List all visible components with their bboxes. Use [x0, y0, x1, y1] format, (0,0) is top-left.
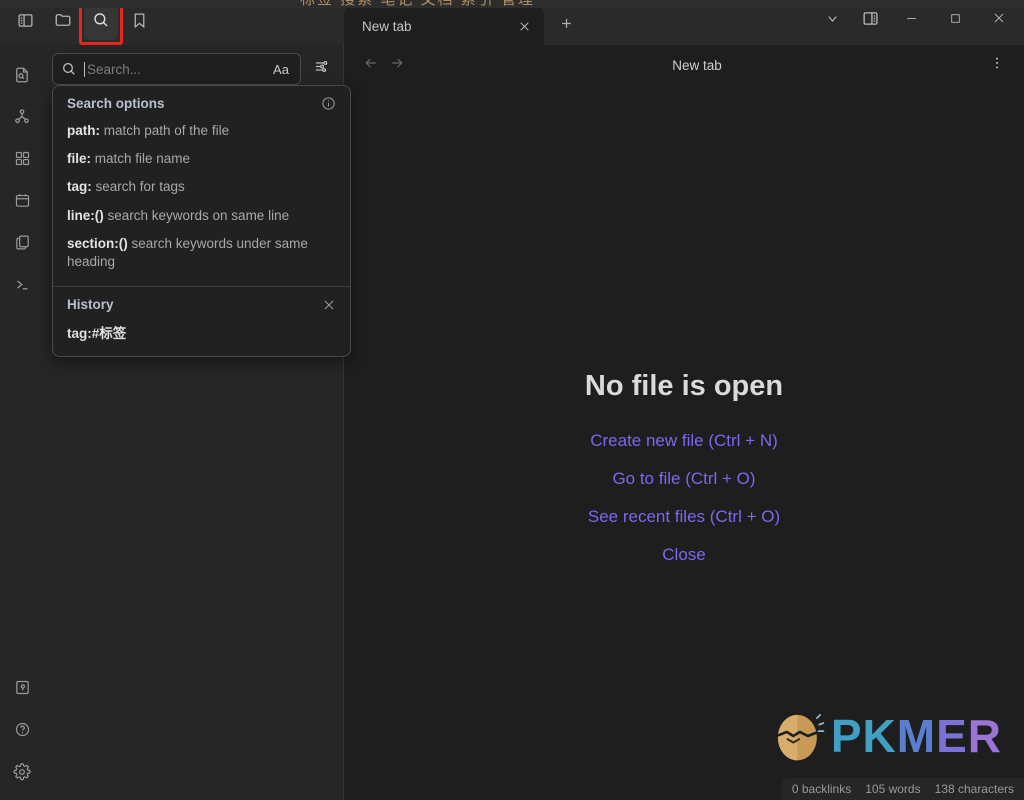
- search-icon: [92, 11, 110, 34]
- navigate-back-button[interactable]: [358, 52, 384, 78]
- plus-icon: [559, 16, 574, 36]
- file-search-icon: [13, 66, 31, 89]
- search-history-section: History tag:#标签: [53, 287, 350, 356]
- obsidian-window: 标签 搜索 笔记 文档 索引 管理: [0, 0, 1024, 800]
- search-options-section: Search options path: match path of the f…: [53, 86, 350, 286]
- rail-item-templates[interactable]: [6, 229, 38, 261]
- main-view: New tab No file is open Create new file …: [344, 45, 1024, 800]
- search-options-popup: Search options path: match path of the f…: [52, 85, 351, 358]
- search-option-desc: match path of the file: [100, 123, 230, 138]
- files-button[interactable]: [46, 6, 80, 40]
- search-option-file[interactable]: file: match file name: [67, 145, 336, 173]
- search-history-header: History: [67, 295, 336, 316]
- search-option-key: file:: [67, 151, 92, 167]
- arrow-right-icon: [389, 55, 405, 76]
- bookmark-icon: [131, 12, 148, 34]
- icon-rail: [0, 45, 44, 800]
- new-tab-button[interactable]: [552, 12, 580, 40]
- search-option-tag[interactable]: tag: search for tags: [67, 173, 336, 201]
- maximize-window-button[interactable]: [934, 4, 976, 38]
- gear-icon: [13, 762, 31, 786]
- search-option-desc: search keywords on same line: [103, 207, 290, 223]
- more-vertical-icon: [989, 55, 1005, 76]
- maximize-icon: [949, 12, 962, 30]
- copy-files-icon: [14, 234, 31, 256]
- rail-item-terminal[interactable]: [6, 271, 38, 303]
- rail-item-help[interactable]: [6, 716, 38, 748]
- window-controls: [814, 0, 1024, 45]
- search-button[interactable]: [79, 0, 123, 45]
- vault-icon: [14, 679, 31, 701]
- clear-history-button[interactable]: [322, 298, 336, 312]
- search-option-section[interactable]: section:() search keywords under same he…: [67, 230, 336, 276]
- search-option-desc: search for tags: [91, 179, 185, 195]
- calendar-icon: [14, 192, 31, 214]
- view-options-button[interactable]: [984, 52, 1010, 78]
- rail-item-settings[interactable]: [6, 758, 38, 790]
- tab-strip: New tab: [344, 0, 814, 45]
- status-bar: 0 backlinks 105 words 138 characters: [781, 778, 1024, 800]
- toggle-right-sidebar-button[interactable]: [852, 4, 888, 38]
- bookmarks-button[interactable]: [122, 6, 156, 40]
- search-settings-button[interactable]: [309, 57, 333, 81]
- tab-label: New tab: [362, 18, 412, 34]
- view-header: New tab: [344, 45, 1024, 85]
- search-option-key: path:: [67, 123, 100, 138]
- sliders-icon: [313, 58, 330, 80]
- search-options-title: Search options: [67, 96, 165, 111]
- minimize-window-button[interactable]: [890, 4, 932, 38]
- search-option-key: section:(): [67, 235, 128, 251]
- view-title: New tab: [672, 57, 722, 73]
- tab-new-tab[interactable]: New tab: [344, 7, 544, 45]
- folder-icon: [54, 11, 72, 34]
- rail-item-canvas[interactable]: [6, 145, 38, 177]
- graph-icon: [13, 108, 31, 131]
- rail-item-quick-switcher[interactable]: [6, 61, 38, 93]
- search-option-line[interactable]: line:() search keywords on same line: [67, 202, 336, 230]
- rail-item-vault-switcher[interactable]: [6, 674, 38, 706]
- text-caret: [84, 61, 85, 77]
- search-history-item[interactable]: tag:#标签: [67, 316, 336, 346]
- rail-item-daily-note[interactable]: [6, 187, 38, 219]
- go-to-file-link[interactable]: Go to file (Ctrl + O): [612, 469, 755, 489]
- search-option-key: tag:: [67, 179, 92, 195]
- toggle-left-sidebar-button[interactable]: [8, 6, 42, 40]
- minimize-icon: [905, 12, 918, 30]
- info-circle-icon[interactable]: [321, 96, 336, 111]
- search-options-header: Search options: [67, 94, 336, 117]
- close-icon: [992, 11, 1006, 30]
- close-tab-button[interactable]: [512, 14, 536, 38]
- status-characters[interactable]: 138 characters: [935, 782, 1014, 796]
- empty-state: No file is open Create new file (Ctrl + …: [344, 85, 1024, 800]
- arrow-left-icon: [363, 55, 379, 76]
- search-placeholder: Search...: [87, 61, 142, 77]
- match-case-button[interactable]: Aa: [268, 57, 294, 81]
- rail-item-graph-view[interactable]: [6, 103, 38, 135]
- search-option-desc: match file name: [91, 151, 191, 167]
- rail-bottom-group: [6, 674, 38, 800]
- terminal-icon: [14, 276, 31, 298]
- search-history-title: History: [67, 297, 114, 313]
- close-window-button[interactable]: [978, 4, 1020, 38]
- empty-state-heading: No file is open: [584, 370, 784, 402]
- sidebar-icon: [17, 12, 34, 34]
- close-link[interactable]: Close: [662, 545, 705, 565]
- search-icon: [61, 61, 77, 77]
- create-new-file-link[interactable]: Create new file (Ctrl + N): [590, 431, 778, 451]
- search-option-path[interactable]: path: match path of the file: [67, 117, 336, 145]
- see-recent-files-link[interactable]: See recent files (Ctrl + O): [588, 507, 780, 527]
- navigate-forward-button[interactable]: [384, 52, 410, 78]
- status-words[interactable]: 105 words: [865, 782, 920, 796]
- search-input[interactable]: Search... Aa: [52, 53, 301, 85]
- tab-list-dropdown-button[interactable]: [814, 4, 850, 38]
- search-option-key: line:(): [67, 207, 104, 223]
- help-circle-icon: [14, 721, 31, 743]
- chevron-down-icon: [825, 11, 840, 31]
- grid-icon: [14, 150, 31, 172]
- ribbon-bar: [0, 0, 344, 45]
- title-bar: New tab: [0, 0, 1024, 45]
- right-sidebar-icon: [862, 10, 879, 32]
- status-backlinks[interactable]: 0 backlinks: [792, 782, 851, 796]
